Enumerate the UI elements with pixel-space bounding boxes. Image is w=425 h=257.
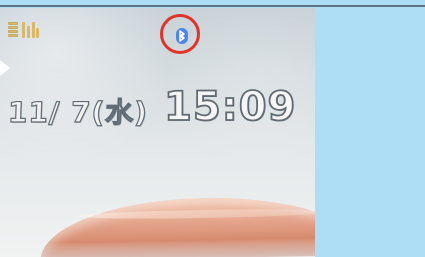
- time-text: 15:09: [163, 84, 297, 130]
- phone-screen: 11/ 7(水) 15:09: [0, 8, 315, 257]
- battery-icon: [8, 22, 18, 38]
- signal-icon: [22, 22, 40, 38]
- left-arrow-icon: [0, 60, 10, 76]
- bluetooth-highlight-circle: [160, 14, 200, 54]
- date-text: 11/ 7(水): [7, 95, 149, 129]
- status-bar: [8, 22, 40, 38]
- date-time-row: 11/ 7(水) 15:09: [7, 84, 297, 130]
- ring-image: [39, 195, 315, 257]
- screenshot-frame: 11/ 7(水) 15:09: [0, 0, 425, 257]
- top-divider: [0, 5, 425, 7]
- bluetooth-icon: [176, 28, 188, 44]
